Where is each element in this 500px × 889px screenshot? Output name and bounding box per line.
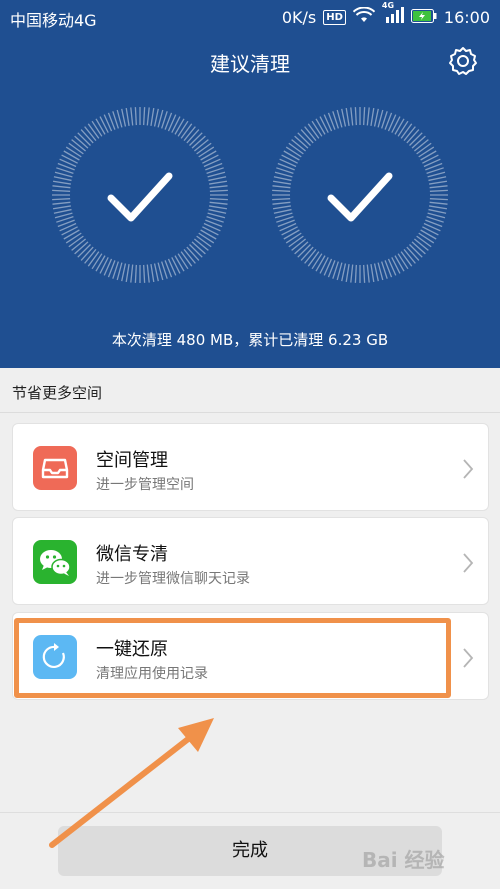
network-badge: 4G — [381, 1, 395, 10]
list-item-wechat-clean[interactable]: 微信专清 进一步管理微信聊天记录 — [12, 517, 489, 605]
status-bar: 中国移动4G 0K/s HD 4G 16:00 — [0, 0, 500, 36]
storage-tray-icon — [33, 446, 77, 490]
clock: 16:00 — [443, 7, 490, 27]
cleanup-header: 中国移动4G 0K/s HD 4G 16:00 建议清理 本次清理 480 MB… — [0, 0, 500, 368]
item-subtitle: 进一步管理微信聊天记录 — [96, 571, 250, 587]
chevron-right-icon — [463, 648, 474, 668]
check-ring-graphic — [272, 107, 448, 283]
section-divider — [0, 412, 500, 413]
network-speed: 0K/s — [281, 7, 317, 27]
hd-badge: HD — [323, 9, 346, 25]
checkmark-icon — [327, 172, 393, 222]
chevron-right-icon — [463, 553, 474, 573]
carrier-label: 中国移动4G — [10, 11, 97, 30]
chevron-right-icon — [463, 459, 474, 479]
status-icons: 0K/s HD 4G 16:00 — [281, 1, 490, 27]
item-title: 空间管理 — [96, 450, 168, 471]
item-title: 微信专清 — [96, 544, 168, 565]
check-ring-graphic — [52, 107, 228, 283]
page-title: 建议清理 — [210, 52, 290, 76]
wifi-icon — [352, 6, 376, 27]
signal-icon: 4G — [382, 1, 404, 27]
section-title: 节省更多空间 — [12, 384, 103, 402]
cleanup-summary: 本次清理 480 MB，累计已清理 6.23 GB — [111, 331, 389, 349]
item-subtitle: 进一步管理空间 — [96, 477, 194, 493]
cleanup-check-ring-right — [271, 106, 449, 284]
checkmark-icon — [107, 172, 173, 222]
battery-icon — [410, 8, 437, 27]
settings-gear-icon[interactable] — [447, 45, 479, 77]
cleanup-check-ring-left — [51, 106, 229, 284]
wechat-icon — [33, 540, 77, 584]
baidu-watermark: Bai 经验 — [362, 848, 445, 872]
list-item-space-management[interactable]: 空间管理 进一步管理空间 — [12, 423, 489, 511]
highlight-box — [14, 618, 451, 698]
